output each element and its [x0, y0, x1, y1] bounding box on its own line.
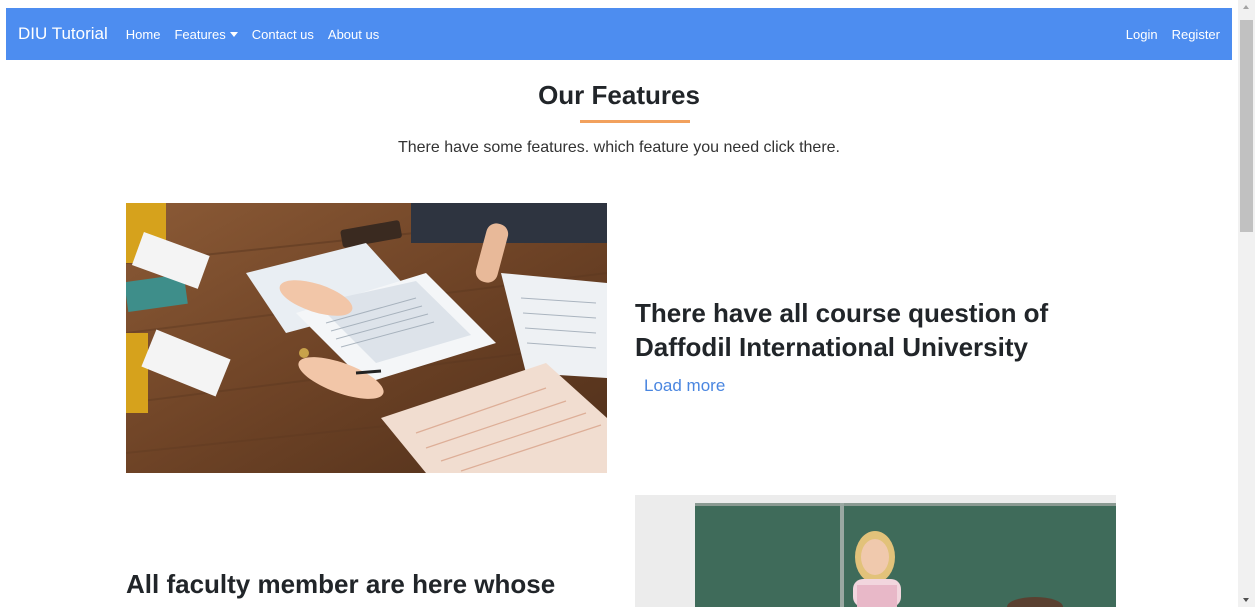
scroll-up-arrow-icon[interactable]: [1238, 0, 1255, 14]
nav-link-about[interactable]: About us: [328, 27, 379, 42]
features-subtitle: There have some features. which feature …: [397, 139, 840, 156]
features-title: Our Features: [538, 80, 700, 110]
page-scrollbar[interactable]: [1238, 0, 1255, 607]
feature-heading-faculty: All faculty member are here whose: [126, 569, 556, 599]
load-more-link[interactable]: Load more: [644, 376, 725, 396]
nav-dropdown-features[interactable]: Features: [174, 26, 238, 42]
caret-down-icon: [229, 32, 238, 37]
nav-link-register[interactable]: Register: [1172, 27, 1220, 42]
nav-link-contact-label: Contact us: [251, 26, 314, 42]
brand-logo-link[interactable]: DIU Tutorial: [18, 24, 108, 44]
nav-link-login[interactable]: Login: [1126, 27, 1158, 42]
nav-link-login-label: Login: [1125, 26, 1158, 42]
nav-link-contact[interactable]: Contact us: [252, 27, 314, 42]
feature-image-papers: [126, 203, 607, 473]
window-top-edge: [0, 0, 1238, 8]
nav-link-about-label: About us: [327, 26, 380, 42]
top-navbar: DIU Tutorial Home Features Contact us Ab…: [6, 8, 1232, 60]
nav-link-home-label: Home: [125, 26, 161, 42]
nav-link-register-label: Register: [1171, 26, 1220, 42]
feature-image-teacher: [635, 495, 1116, 607]
feature-heading-questions: There have all course question of Daffod…: [635, 298, 1049, 362]
nav-link-home[interactable]: Home: [126, 27, 161, 42]
title-underline: [580, 120, 690, 123]
nav-dropdown-features-label: Features: [174, 26, 226, 42]
scroll-down-arrow-icon[interactable]: [1238, 593, 1255, 607]
scrollbar-thumb[interactable]: [1240, 20, 1253, 232]
nav-auth-links: Login Register: [1112, 27, 1220, 42]
